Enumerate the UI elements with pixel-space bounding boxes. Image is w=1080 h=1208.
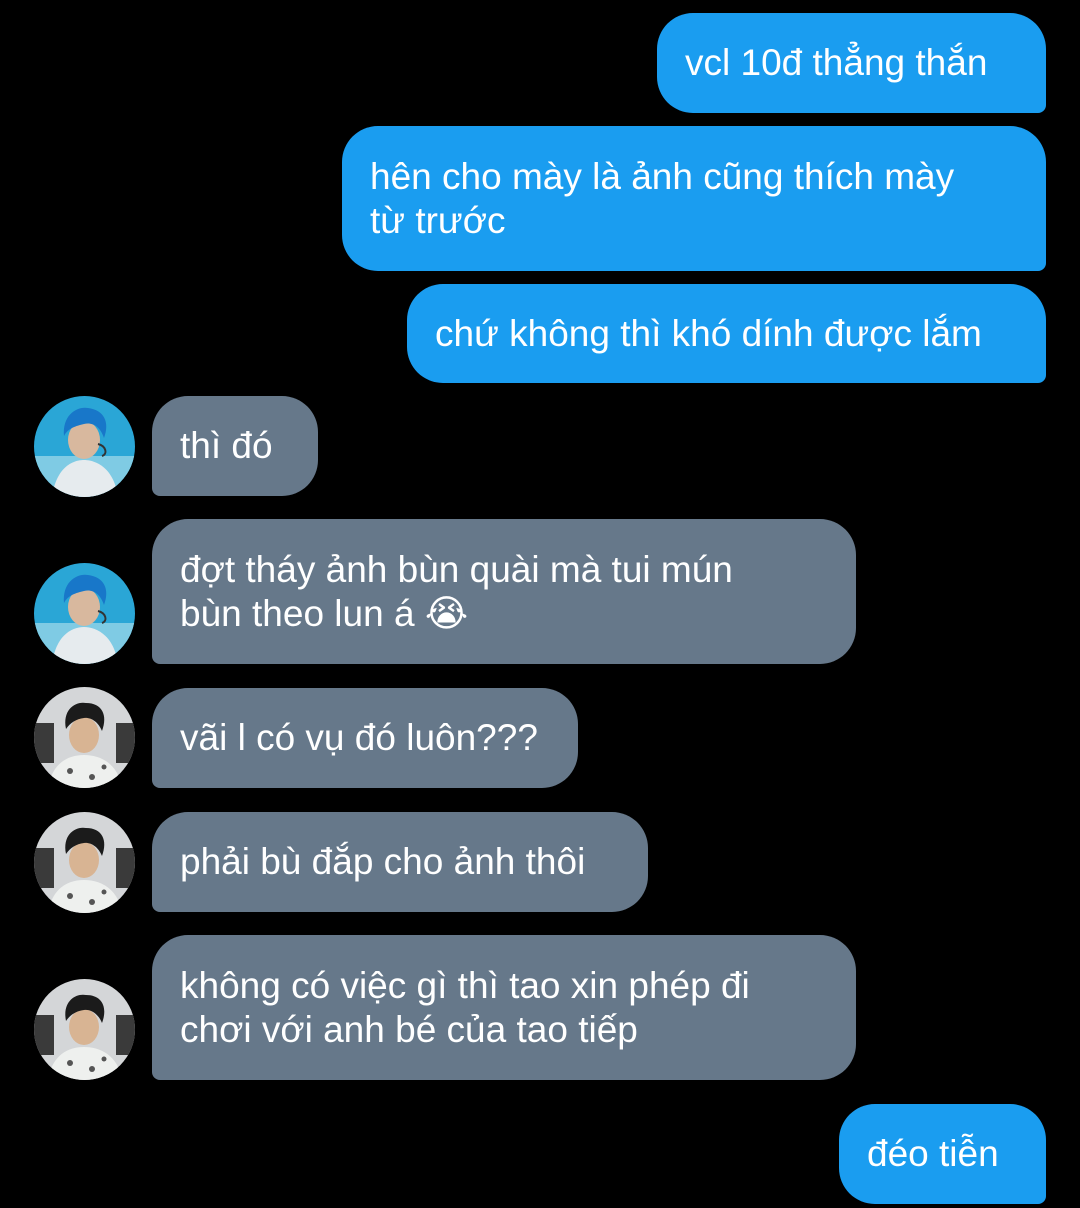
message-text: đợt tháy ảnh bùn quài mà tui mún bùn the… [180,548,733,634]
outgoing-message[interactable]: vcl 10đ thẳng thắn [657,13,1046,113]
blue-hair-avatar[interactable] [34,563,135,664]
message-text: không có việc gì thì tao xin phép đi chơ… [180,964,750,1050]
incoming-message[interactable]: đợt tháy ảnh bùn quài mà tui mún bùn the… [152,519,856,664]
outgoing-message[interactable]: đéo tiễn [839,1104,1046,1204]
message-text: chứ không thì khó dính được lắm [435,312,982,354]
incoming-message[interactable]: vãi l có vụ đó luôn??? [152,688,578,788]
message-text: vãi l có vụ đó luôn??? [180,717,538,758]
dark-hair-avatar[interactable] [34,687,135,788]
outgoing-message[interactable]: chứ không thì khó dính được lắm [407,284,1046,383]
message-text: vcl 10đ thẳng thắn [685,42,988,83]
dark-hair-avatar[interactable] [34,812,135,913]
outgoing-message[interactable]: hên cho mày là ảnh cũng thích mày từ trư… [342,126,1046,271]
incoming-message[interactable]: phải bù đắp cho ảnh thôi [152,812,648,912]
loudly-crying-face-icon: 😭 [424,592,469,634]
message-text: đéo tiễn [867,1133,999,1174]
message-text: hên cho mày là ảnh cũng thích mày từ trư… [370,155,955,241]
blue-hair-avatar[interactable] [34,396,135,497]
message-text: thì đó [180,425,273,466]
incoming-message[interactable]: thì đó [152,396,318,496]
message-text: phải bù đắp cho ảnh thôi [180,841,586,882]
incoming-message[interactable]: không có việc gì thì tao xin phép đi chơ… [152,935,856,1080]
dark-hair-avatar[interactable] [34,979,135,1080]
